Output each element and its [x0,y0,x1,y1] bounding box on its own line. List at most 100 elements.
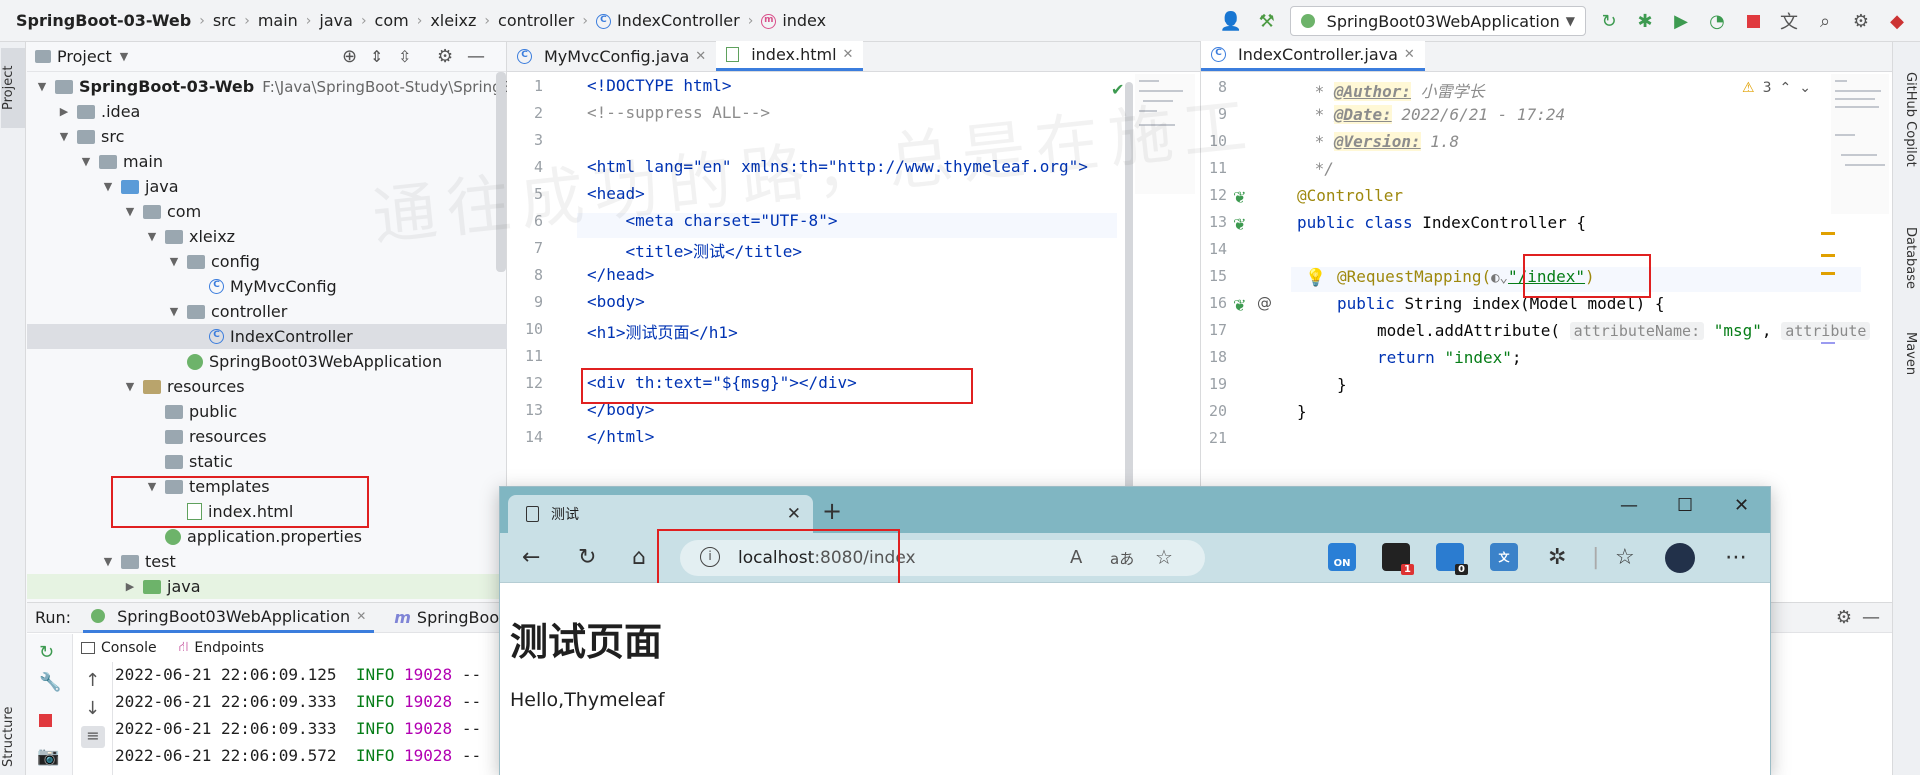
profile-icon[interactable]: ◔ [1704,8,1730,34]
coverage-icon[interactable]: ▶ [1668,8,1694,34]
more-icon[interactable]: ⋯ [1725,545,1747,570]
tab-console[interactable]: Console [81,640,157,656]
gear-icon[interactable]: ⚙ [437,46,453,67]
code-line[interactable]: <body> [587,292,645,311]
lightbulb-icon[interactable]: 💡 [1305,268,1326,288]
spring-bean-icon[interactable]: ❦ [1233,188,1246,207]
arrow-down-icon[interactable]: ↓ [85,698,100,719]
refresh-icon[interactable]: ↻ [578,545,596,570]
stop-icon[interactable] [39,714,52,727]
tree-item-application[interactable]: SpringBoot03WebApplication [187,349,442,374]
tree-item-xleixz[interactable]: ▼ xleixz [143,224,235,249]
breadcrumb-src[interactable]: src [209,11,240,30]
maven-tool-tab[interactable]: Maven [1896,332,1918,402]
code-line[interactable]: @Controller [1297,186,1403,205]
code-line[interactable]: public class IndexController { [1297,213,1586,232]
camera-icon[interactable]: 📷 [37,746,59,767]
breadcrumb-xleixz[interactable]: xleixz [426,11,480,30]
breadcrumb-project[interactable]: SpringBoot-03-Web [12,11,195,30]
close-icon[interactable]: ✕ [695,49,706,64]
tree-item-src[interactable]: ▼ src [55,124,125,149]
code-line[interactable]: return "index"; [1377,348,1522,367]
gear-icon[interactable]: ⚙ [1848,8,1874,34]
structure-tool-tab[interactable]: Structure [1,702,25,772]
stop-icon[interactable] [1740,8,1766,34]
chevron-down-icon[interactable]: ▼ [120,50,128,63]
tab-indexcontroller[interactable]: C IndexController.java ✕ [1201,41,1425,71]
breadcrumb-method[interactable]: m index [757,11,830,30]
expand-all-icon[interactable]: ⇕ [370,47,383,66]
tree-item-config[interactable]: ▼ config [165,249,260,274]
tree-item-resources-sub[interactable]: resources [165,424,267,449]
code-line[interactable]: } [1337,375,1347,394]
run-config-select[interactable]: SpringBoot03WebApplication ▼ [1289,6,1586,36]
extensions-icon[interactable]: ✲ [1548,545,1566,570]
translate-icon[interactable]: 文 [1776,8,1802,34]
favorite-add-icon[interactable]: ☆ [1155,545,1173,569]
rerun-icon[interactable]: ↻ [1596,8,1622,34]
tree-item-main[interactable]: ▼ main [77,149,163,174]
minimize-icon[interactable]: — [1862,607,1880,628]
code-line[interactable]: <!--suppress ALL--> [587,103,770,122]
project-tool-tab[interactable]: Project [1,48,25,128]
tree-item-idea[interactable]: ▶ .idea [55,99,141,124]
user-icon[interactable]: 👤 [1218,8,1244,34]
run-tab-application[interactable]: SpringBoot03WebApplication ✕ [83,603,375,633]
ide-logo-icon[interactable]: ◆ [1884,8,1910,34]
extension-translate-icon[interactable]: 文 [1490,543,1518,571]
code-line[interactable]: <h1>测试页面</h1> [587,319,738,343]
gear-icon[interactable]: ⚙ [1836,607,1852,628]
new-tab-icon[interactable]: + [822,497,842,525]
tree-item-indexcontroller[interactable]: C IndexController [27,324,507,349]
breadcrumb-class[interactable]: C IndexController [592,11,744,30]
search-icon[interactable]: ⌕ [1812,8,1838,34]
avatar[interactable] [1665,543,1695,573]
breadcrumb-com[interactable]: com [371,11,413,30]
build-hammer-icon[interactable]: ⚒ [1254,8,1280,34]
inspection-widget[interactable]: ⚠ 3 ⌃ ⌄ [1742,80,1811,96]
tree-item-static[interactable]: static [165,449,233,474]
close-icon[interactable]: ✕ [843,47,854,62]
close-window-icon[interactable]: ✕ [1734,495,1749,516]
minimize-window-icon[interactable]: — [1620,495,1638,516]
close-icon[interactable]: ✕ [787,504,801,524]
soft-wrap-icon[interactable]: ≡ [81,726,105,748]
browser-tab[interactable]: 测试 ✕ [508,495,813,533]
extension-on-icon[interactable]: ON [1328,543,1356,571]
translate-icon[interactable]: aあ [1110,548,1134,569]
minimap[interactable] [1831,74,1889,214]
locate-icon[interactable]: ⊕ [342,46,357,67]
warning-marker[interactable] [1821,272,1835,275]
code-line[interactable]: * @Author: 小雷学长 [1305,78,1485,102]
spring-web-icon[interactable]: ❦ [1233,296,1246,315]
spring-bean-icon[interactable]: ❦ [1233,215,1246,234]
tree-item-java[interactable]: ▼ java [99,174,179,199]
read-aloud-icon[interactable]: A [1070,547,1082,568]
code-line[interactable]: </head> [587,265,654,284]
breadcrumb-java[interactable]: java [315,11,357,30]
code-line[interactable]: <!DOCTYPE html> [587,76,732,95]
collapse-all-icon[interactable]: ⇳ [398,47,411,66]
extension-copilot-icon[interactable]: 0 [1436,543,1468,575]
code-line[interactable]: </html> [587,427,654,446]
breadcrumb-controller[interactable]: controller [494,11,578,30]
project-panel-title[interactable]: Project [57,47,112,66]
code-line[interactable]: */ [1305,159,1334,178]
tab-endpoints[interactable]: ⛙ Endpoints [179,639,264,657]
warning-marker[interactable] [1821,254,1835,257]
tree-item-test-java[interactable]: ▶ java [27,574,507,599]
wrench-icon[interactable]: 🔧 [39,672,61,693]
favorites-icon[interactable]: ☆ [1615,545,1635,570]
code-line[interactable]: * @Version: 1.8 [1305,132,1459,151]
arrow-up-icon[interactable]: ↑ [85,670,100,691]
rerun-icon[interactable]: ↻ [39,642,54,663]
extension-notes-icon[interactable]: 1 [1382,543,1414,575]
breadcrumb-main[interactable]: main [254,11,302,30]
tree-item-public[interactable]: public [165,399,237,424]
close-icon[interactable]: ✕ [1404,47,1415,62]
minimize-icon[interactable]: — [467,46,485,67]
warning-marker[interactable] [1821,232,1835,235]
home-icon[interactable]: ⌂ [632,545,646,570]
debug-icon[interactable]: ✱ [1632,8,1658,34]
code-line[interactable]: model.addAttribute( attributeName: "msg"… [1377,321,1871,340]
